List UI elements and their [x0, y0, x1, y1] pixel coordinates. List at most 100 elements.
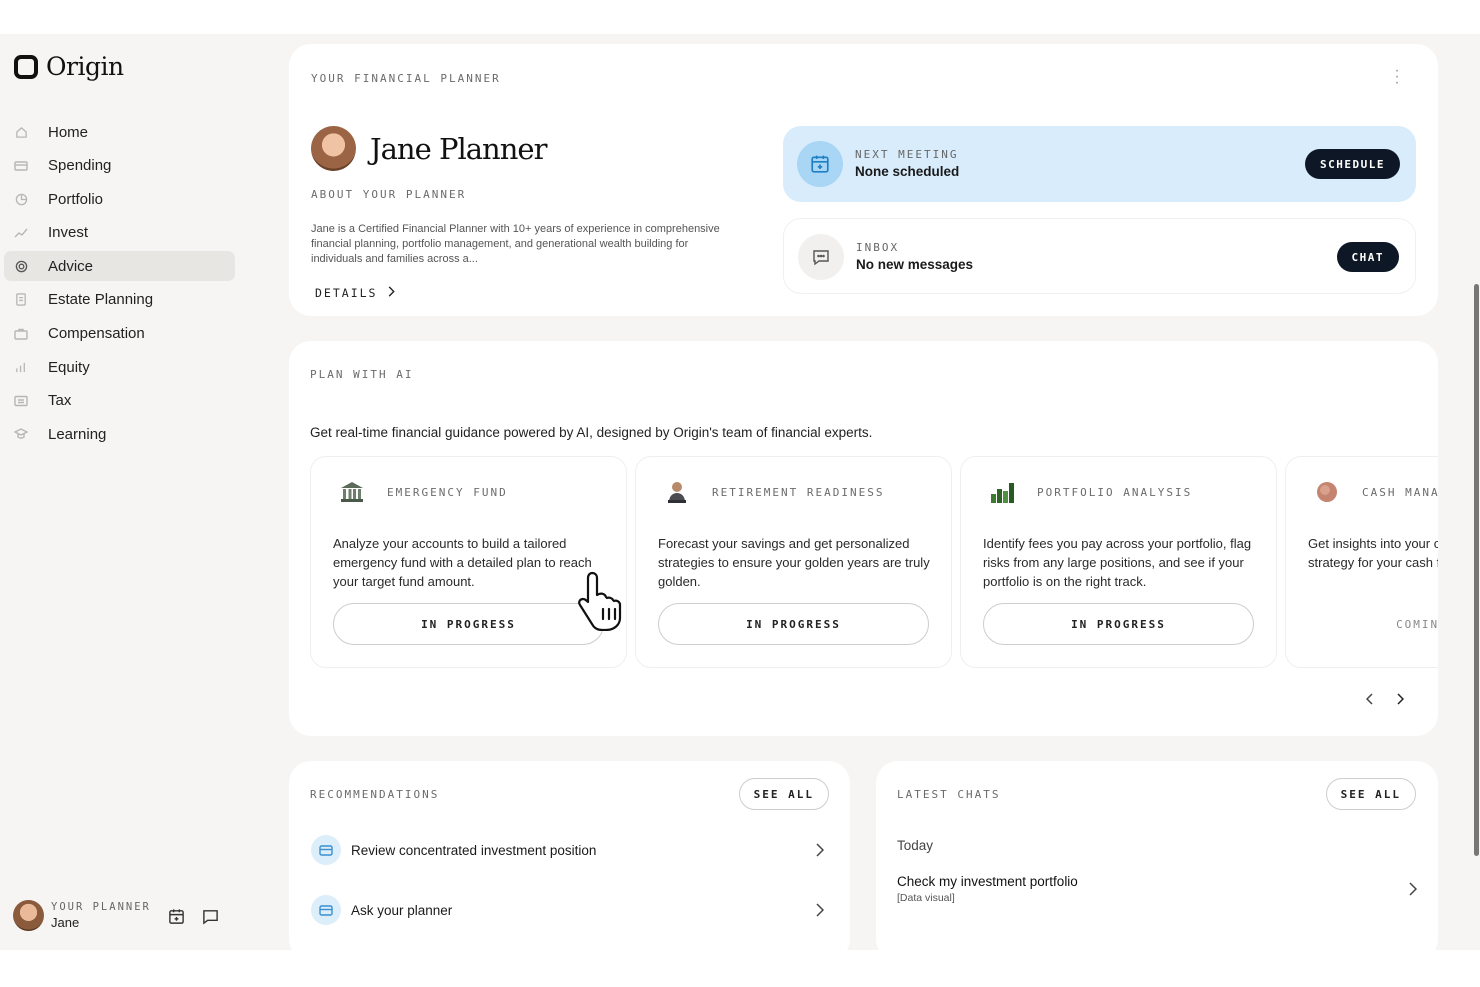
- growth-chart-icon: [989, 479, 1015, 505]
- inbox-text: INBOX No new messages: [856, 241, 973, 272]
- recommendation-item[interactable]: Review concentrated investment position: [311, 835, 831, 865]
- tile-header: PORTFOLIO ANALYSIS: [989, 479, 1192, 505]
- see-all-button[interactable]: SEE ALL: [738, 778, 829, 810]
- sidebar-item-home[interactable]: Home: [4, 117, 235, 147]
- card-icon: [14, 159, 28, 173]
- app-window: Origin Home Spending Portfolio Invest Ad…: [0, 34, 1480, 950]
- next-meeting-value: None scheduled: [855, 164, 960, 179]
- message-icon[interactable]: [202, 908, 220, 926]
- tile-cash-management[interactable]: CASH MANAGEMENT Get insights into your c…: [1285, 456, 1438, 668]
- coin-icon: [1314, 479, 1340, 505]
- sidebar-item-invest[interactable]: Invest: [4, 218, 235, 248]
- tile-status-button[interactable]: IN PROGRESS: [983, 603, 1254, 645]
- bar-chart-icon: [14, 360, 28, 374]
- tile-status-button[interactable]: IN PROGRESS: [333, 603, 604, 645]
- sidebar-nav: Home Spending Portfolio Invest Advice Es…: [0, 117, 245, 453]
- chat-subtitle: [Data visual]: [897, 892, 955, 904]
- sidebar-item-advice[interactable]: Advice: [4, 251, 235, 282]
- see-all-button[interactable]: SEE ALL: [1325, 778, 1416, 810]
- graduation-icon: [14, 427, 28, 441]
- tile-portfolio-analysis[interactable]: PORTFOLIO ANALYSIS Identify fees you pay…: [960, 456, 1277, 668]
- sidebar-item-learning[interactable]: Learning: [4, 419, 235, 449]
- chevron-left-icon[interactable]: [1365, 692, 1378, 705]
- card-icon: [311, 895, 341, 925]
- schedule-button[interactable]: SCHEDULE: [1305, 149, 1400, 179]
- chat-button[interactable]: CHAT: [1336, 242, 1399, 272]
- home-icon: [14, 125, 28, 139]
- ai-description: Get real-time financial guidance powered…: [310, 425, 873, 440]
- scrollbar[interactable]: [1474, 284, 1479, 856]
- logo[interactable]: Origin: [14, 52, 124, 81]
- tile-header: EMERGENCY FUND: [339, 479, 508, 505]
- pie-icon: [14, 192, 28, 206]
- tile-status-button[interactable]: IN PROGRESS: [658, 603, 929, 645]
- ai-tiles-carousel: EMERGENCY FUND Analyze your accounts to …: [310, 456, 1438, 671]
- bank-icon: [339, 479, 365, 505]
- sidebar-item-label: Compensation: [48, 325, 145, 343]
- briefcase-icon: [14, 327, 28, 341]
- chevron-right-icon: [1408, 882, 1418, 901]
- sidebar-item-equity[interactable]: Equity: [4, 352, 235, 382]
- planner-header: Jane Planner: [311, 126, 547, 171]
- details-link[interactable]: DETAILS: [315, 284, 396, 302]
- section-title: RECOMMENDATIONS: [310, 788, 440, 801]
- recommendations-card: RECOMMENDATIONS SEE ALL Review concentra…: [289, 761, 850, 950]
- sidebar-planner-text: YOUR PLANNER Jane: [51, 901, 151, 930]
- calendar-icon: [797, 141, 843, 187]
- latest-chats-card: LATEST CHATS SEE ALL Today Check my inve…: [876, 761, 1438, 950]
- recommendation-item[interactable]: Ask your planner: [311, 895, 831, 925]
- target-icon: [14, 259, 28, 273]
- tile-status-text: COMING SOON: [1396, 617, 1438, 631]
- chat-bubble-icon: [798, 234, 844, 280]
- sidebar-item-label: Advice: [48, 257, 94, 275]
- tile-description: Identify fees you pay across your portfo…: [983, 536, 1252, 589]
- sidebar-item-compensation[interactable]: Compensation: [4, 319, 235, 349]
- tile-title: CASH MANAGEMENT: [1362, 485, 1438, 499]
- sidebar-item-label: Spending: [48, 157, 112, 175]
- planner-avatar: [311, 126, 356, 171]
- retiree-icon: [664, 479, 690, 505]
- calendar-icon[interactable]: [168, 908, 186, 926]
- planner-name: Jane Planner: [370, 131, 547, 166]
- chat-title: Check my investment portfolio: [897, 874, 1078, 889]
- details-label: DETAILS: [315, 286, 378, 300]
- tile-description: Forecast your savings and get personaliz…: [658, 536, 930, 589]
- section-title: YOUR FINANCIAL PLANNER: [311, 72, 501, 85]
- tile-title: EMERGENCY FUND: [387, 485, 508, 499]
- tile-description: Analyze your accounts to build a tailore…: [333, 536, 592, 589]
- more-options-icon[interactable]: · · ·: [1394, 63, 1400, 91]
- tile-status-label: IN PROGRESS: [1071, 617, 1166, 631]
- recommendation-label: Review concentrated investment position: [351, 842, 597, 858]
- chat-item[interactable]: Check my investment portfolio [Data visu…: [897, 874, 1418, 904]
- sidebar-planner[interactable]: YOUR PLANNER Jane: [13, 900, 151, 931]
- sidebar-item-portfolio[interactable]: Portfolio: [4, 184, 235, 214]
- see-all-label: SEE ALL: [753, 787, 814, 801]
- receipt-icon: [14, 394, 28, 408]
- tile-header: RETIREMENT READINESS: [664, 479, 884, 505]
- tile-title: PORTFOLIO ANALYSIS: [1037, 485, 1193, 499]
- next-meeting-caption: NEXT MEETING: [855, 148, 959, 161]
- sidebar-item-tax[interactable]: Tax: [4, 386, 235, 416]
- chat-group-label: Today: [897, 838, 934, 853]
- section-title: PLAN WITH AI: [310, 368, 414, 381]
- sidebar-item-label: Portfolio: [48, 190, 104, 208]
- tile-retirement-readiness[interactable]: RETIREMENT READINESS Forecast your savin…: [635, 456, 952, 668]
- chevron-right-icon: [815, 903, 827, 917]
- chevron-right-icon: [815, 843, 827, 857]
- sidebar-item-spending[interactable]: Spending: [4, 151, 235, 181]
- chevron-right-icon[interactable]: [1396, 692, 1408, 705]
- inbox-caption: INBOX: [856, 241, 900, 254]
- inbox-panel: INBOX No new messages CHAT: [783, 218, 1416, 294]
- sidebar-item-estate-planning[interactable]: Estate Planning: [4, 285, 235, 315]
- sidebar-item-label: Learning: [48, 425, 107, 443]
- sidebar-item-label: Invest: [48, 224, 89, 242]
- financial-planner-card: YOUR FINANCIAL PLANNER · · · Jane Planner …: [289, 44, 1438, 316]
- about-text: Jane is a Certified Financial Planner wi…: [311, 223, 720, 265]
- sidebar-item-label: Tax: [48, 392, 72, 410]
- tile-emergency-fund[interactable]: EMERGENCY FUND Analyze your accounts to …: [310, 456, 627, 668]
- sidebar: Origin Home Spending Portfolio Invest Ad…: [0, 34, 245, 950]
- chevron-right-icon: [387, 284, 396, 302]
- section-title: LATEST CHATS: [897, 788, 1001, 801]
- plan-with-ai-card: PLAN WITH AI Get real-time financial gui…: [289, 341, 1438, 736]
- sidebar-item-label: Estate Planning: [48, 291, 154, 309]
